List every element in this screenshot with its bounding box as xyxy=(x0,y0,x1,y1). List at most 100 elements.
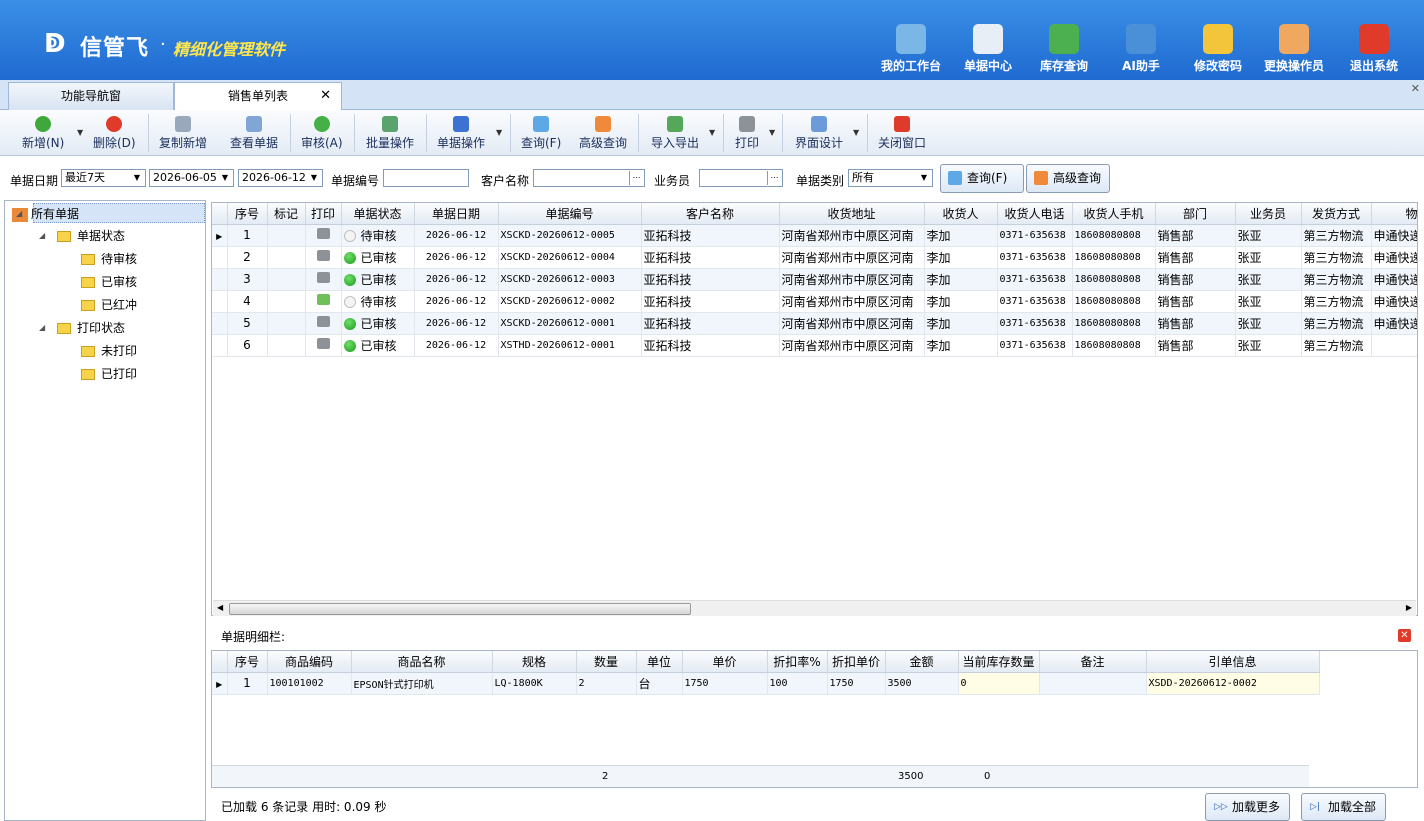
ellipsis-icon[interactable]: ⋯ xyxy=(629,171,643,185)
import-export-dropdown-icon[interactable]: ▼ xyxy=(709,128,715,137)
grid-col-header[interactable]: 收货人电话 xyxy=(997,203,1073,225)
tab-close-icon[interactable]: ✕ xyxy=(320,83,331,109)
detail-col-header[interactable]: 备注 xyxy=(1039,651,1147,673)
tree-node-print[interactable]: ◢ 打印状态 xyxy=(39,318,125,338)
topnav-lock-button[interactable]: 修改密码 xyxy=(1181,24,1255,74)
detail-col-header[interactable]: 序号 xyxy=(227,651,268,673)
table-row[interactable]: 4 待审核 2026-06-12 XSCKD-20260612-0002 亚拓科技 河南省… xyxy=(212,290,1417,313)
doc-type-select[interactable]: 所有 ▼ xyxy=(848,169,933,187)
grid-col-header[interactable]: 单据编号 xyxy=(498,203,642,225)
chevron-down-icon[interactable]: ▼ xyxy=(130,171,144,185)
date-from-field[interactable]: 2026-06-05 ▼ xyxy=(149,169,234,187)
detail-col-header[interactable]: 金额 xyxy=(885,651,959,673)
topnav-exit-button[interactable]: 退出系统 xyxy=(1337,24,1411,74)
grid-col-header[interactable]: 物 xyxy=(1371,203,1417,225)
grid-col-header[interactable] xyxy=(212,203,228,225)
grid-col-header[interactable]: 客户名称 xyxy=(641,203,780,225)
load-more-button[interactable]: ▷▷ 加载更多 xyxy=(1205,793,1290,821)
grid-col-header[interactable]: 标记 xyxy=(267,203,306,225)
docno-input[interactable] xyxy=(383,169,469,187)
detail-col-header[interactable]: 商品名称 xyxy=(351,651,493,673)
add-dropdown-icon[interactable]: ▼ xyxy=(77,128,83,137)
grid-col-header[interactable]: 收货人手机 xyxy=(1072,203,1156,225)
date-range-select[interactable]: 最近7天 ▼ xyxy=(61,169,146,187)
tree-node-printed[interactable]: 已打印 xyxy=(81,364,137,384)
scroll-right-icon[interactable]: ▶ xyxy=(1406,603,1412,612)
grid-col-header[interactable]: 收货地址 xyxy=(779,203,925,225)
import-export-button[interactable]: 导入导出 xyxy=(651,116,699,151)
print-dropdown-icon[interactable]: ▼ xyxy=(769,128,775,137)
grid-col-header[interactable]: 部门 xyxy=(1155,203,1236,225)
detail-col-header[interactable]: 折扣单价 xyxy=(827,651,886,673)
detail-row[interactable]: ▶ 1 100101002 EPSON针式打印机 LQ-1800K 2 台 1750 100 17… xyxy=(212,672,1320,695)
batch-ops-button[interactable]: 批量操作 xyxy=(366,116,414,151)
detail-col-header[interactable]: 商品编码 xyxy=(267,651,352,673)
print-button[interactable]: 打印 xyxy=(735,116,759,151)
date-to-field[interactable]: 2026-06-12 ▼ xyxy=(238,169,323,187)
audit-button[interactable]: 审核(A) xyxy=(301,116,343,151)
grid-col-header[interactable]: 发货方式 xyxy=(1301,203,1372,225)
detail-col-header[interactable]: 折扣率% xyxy=(767,651,828,673)
collapse-icon[interactable]: ◢ xyxy=(39,226,45,246)
tree-node-approved[interactable]: 已审核 xyxy=(81,272,137,292)
topnav-book-button[interactable]: 库存查询 xyxy=(1027,24,1101,74)
delete-button[interactable]: 删除(D) xyxy=(93,116,136,151)
table-row[interactable]: ▶ 1 待审核 2026-06-12 XSCKD-20260612-0005 亚拓科技 河南… xyxy=(212,224,1417,247)
doc-ops-dropdown-icon[interactable]: ▼ xyxy=(496,128,502,137)
detail-col-header[interactable]: 数量 xyxy=(576,651,637,673)
salesman-input[interactable]: ⋯ xyxy=(699,169,783,187)
grid-col-header[interactable]: 收货人 xyxy=(924,203,998,225)
detail-close-icon[interactable]: ✕ xyxy=(1398,629,1411,642)
grid-col-header[interactable]: 业务员 xyxy=(1235,203,1302,225)
chevron-down-icon[interactable]: ▼ xyxy=(917,171,931,185)
table-row[interactable]: 2 已审核 2026-06-12 XSCKD-20260612-0004 亚拓科技 河南省… xyxy=(212,246,1417,269)
window-close-icon[interactable]: ✕ xyxy=(1411,82,1420,95)
detail-col-header[interactable]: 单位 xyxy=(636,651,683,673)
view-doc-button[interactable]: 查看单据 xyxy=(230,116,278,151)
tree-node-status[interactable]: ◢ 单据状态 xyxy=(39,226,125,246)
tree-node-unprinted[interactable]: 未打印 xyxy=(81,341,137,361)
grid-col-header[interactable]: 单据状态 xyxy=(341,203,415,225)
detail-col-header[interactable]: 当前库存数量 xyxy=(958,651,1040,673)
ui-design-dropdown-icon[interactable]: ▼ xyxy=(853,128,859,137)
close-window-button[interactable]: 关闭窗口 xyxy=(878,116,926,151)
detail-col-header[interactable]: 规格 xyxy=(492,651,577,673)
load-all-button[interactable]: ▷| 加载全部 xyxy=(1301,793,1386,821)
add-button[interactable]: 新增(N) xyxy=(22,116,64,151)
grid-col-header[interactable]: 序号 xyxy=(227,203,268,225)
filter-advanced-button[interactable]: 高级查询 xyxy=(1026,164,1110,193)
topnav-user-button[interactable]: 更换操作员 xyxy=(1257,24,1331,74)
doc-ops-button[interactable]: 单据操作 xyxy=(437,116,485,151)
tree-node-reversed[interactable]: 已红冲 xyxy=(81,295,137,315)
filter-query-button[interactable]: 查询(F) xyxy=(940,164,1024,193)
table-row[interactable]: 5 已审核 2026-06-12 XSCKD-20260612-0001 亚拓科技 河南省… xyxy=(212,312,1417,335)
grid-col-header[interactable]: 打印 xyxy=(305,203,342,225)
detail-col-header[interactable]: 单价 xyxy=(682,651,768,673)
chevron-down-icon[interactable]: ▼ xyxy=(218,171,232,185)
ship-cell: 第三方物流 xyxy=(1301,334,1372,357)
horizontal-scrollbar[interactable]: ◀ ▶ xyxy=(213,600,1416,616)
grid-col-header[interactable]: 单据日期 xyxy=(414,203,499,225)
query-button[interactable]: 查询(F) xyxy=(521,116,561,151)
collapse-icon[interactable]: ◢ xyxy=(39,318,45,338)
tree-node-all[interactable]: ◢ 所有单据 xyxy=(12,203,205,223)
detail-col-header[interactable]: 引单信息 xyxy=(1146,651,1320,673)
ellipsis-icon[interactable]: ⋯ xyxy=(767,171,781,185)
collapse-icon[interactable]: ◢ xyxy=(16,204,22,224)
table-row[interactable]: 3 已审核 2026-06-12 XSCKD-20260612-0003 亚拓科技 河南省… xyxy=(212,268,1417,291)
tree-node-pending[interactable]: 待审核 xyxy=(81,249,137,269)
advanced-query-button[interactable]: 高级查询 xyxy=(579,116,627,151)
ui-design-button[interactable]: 界面设计 xyxy=(795,116,843,151)
tab-sales-list[interactable]: 销售单列表 ✕ xyxy=(174,82,342,111)
chevron-down-icon[interactable]: ▼ xyxy=(307,171,321,185)
customer-input[interactable]: ⋯ xyxy=(533,169,645,187)
topnav-info-bulb-button[interactable]: AI助手 xyxy=(1104,24,1178,74)
topnav-monitor-button[interactable]: 我的工作台 xyxy=(874,24,948,74)
scroll-left-icon[interactable]: ◀ xyxy=(217,603,223,612)
table-row[interactable]: 6 已审核 2026-06-12 XSTHD-20260612-0001 亚拓科技 河南省… xyxy=(212,334,1417,357)
copy-add-button[interactable]: 复制新增 xyxy=(159,116,207,151)
tab-function-nav[interactable]: 功能导航窗 xyxy=(8,82,174,110)
scrollbar-thumb[interactable] xyxy=(229,603,691,615)
topnav-document-list-button[interactable]: 单据中心 xyxy=(951,24,1025,74)
detail-col-header[interactable] xyxy=(212,651,228,673)
